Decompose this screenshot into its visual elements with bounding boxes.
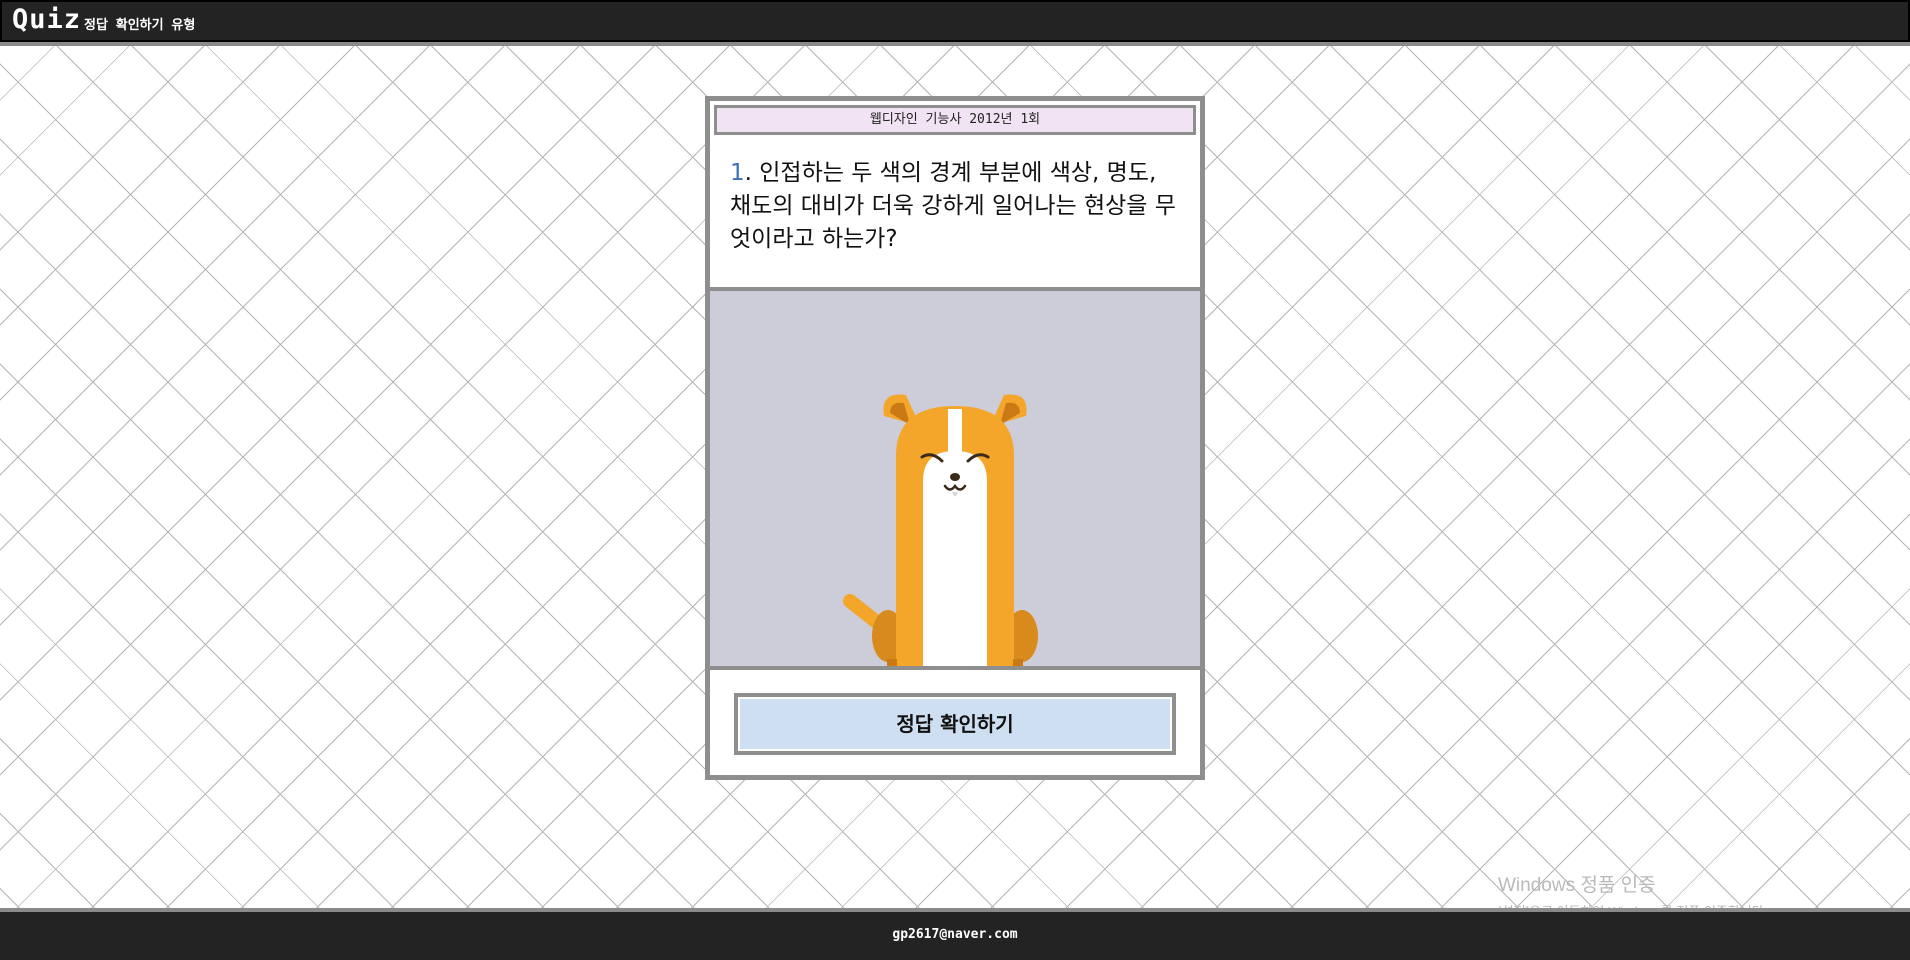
footer-email: gp2617@naver.com — [892, 927, 1018, 942]
page-subtitle: 정답 확인하기 유형 — [84, 18, 196, 33]
question-text: 1. 인접하는 두 색의 경계 부분에 색상, 명도, 채도의 대비가 더욱 강… — [730, 157, 1180, 256]
quiz-card: 웹디자인 기능사 2012년 1회 1. 인접하는 두 색의 경계 부분에 색상… — [705, 96, 1205, 780]
dog-icon — [843, 394, 1038, 666]
footer-bar: gp2617@naver.com — [0, 908, 1910, 960]
check-answer-button[interactable]: 정답 확인하기 — [734, 693, 1176, 755]
quiz-category-header: 웹디자인 기능사 2012년 1회 — [714, 105, 1196, 135]
question-number: 1 — [730, 160, 745, 186]
quiz-illustration — [710, 287, 1200, 670]
app-logo[interactable]: Quiz — [12, 4, 81, 35]
top-bar: Quiz 정답 확인하기 유형 — [0, 0, 1910, 46]
question-body: . 인접하는 두 색의 경계 부분에 색상, 명도, 채도의 대비가 더욱 강하… — [730, 160, 1176, 252]
watermark-title: Windows 정품 인증 — [1498, 875, 1656, 896]
